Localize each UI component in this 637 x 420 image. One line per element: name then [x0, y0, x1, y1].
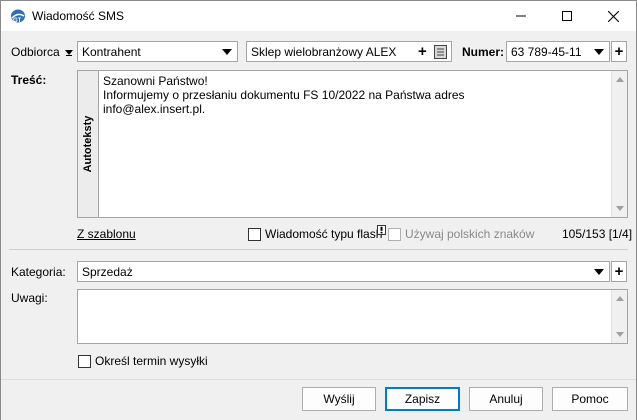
recipient-name-value: Sklep wielobranżowy ALEX	[251, 45, 397, 59]
number-select[interactable]: 63 789-45-11	[506, 41, 610, 62]
exclamation-info-icon[interactable]	[377, 225, 386, 235]
notes-label: Uwagi:	[11, 291, 48, 305]
autotexts-button[interactable]: Autoteksty	[77, 70, 99, 218]
save-button[interactable]: Zapisz	[385, 387, 460, 411]
send-button[interactable]: Wyślij	[302, 387, 376, 411]
schedule-label: Określ termin wysyłki	[95, 354, 208, 368]
recipient-name-field[interactable]: Sklep wielobranżowy ALEX +	[246, 41, 452, 62]
message-line: info@alex.insert.pl.	[103, 102, 206, 116]
scroll-up-icon[interactable]	[616, 77, 624, 82]
flash-message-label: Wiadomość typu flash	[265, 227, 383, 241]
plus-icon: +	[614, 263, 624, 280]
schedule-checkbox[interactable]	[78, 355, 91, 368]
add-recipient-icon[interactable]: +	[418, 43, 427, 60]
recipient-type-dropdown[interactable]: Odbiorca	[11, 45, 74, 59]
polish-chars-label: Używaj polskich znaków	[405, 227, 535, 241]
close-button[interactable]	[590, 1, 636, 31]
message-line: Informujemy o przesłaniu dokumentu FS 10…	[103, 88, 465, 102]
autotexts-label: Autoteksty	[82, 115, 94, 173]
maximize-icon	[562, 11, 572, 21]
flash-message-checkbox[interactable]	[248, 228, 261, 241]
scroll-down-icon[interactable]	[616, 332, 624, 337]
list-icon[interactable]	[434, 45, 447, 59]
number-label: Numer:	[462, 45, 505, 59]
sms-dialog: GT Wiadomość SMS Odbiorca Kontrahent Skl…	[0, 0, 637, 420]
content-label: Treść:	[11, 73, 47, 87]
svg-text:GT: GT	[13, 18, 22, 24]
add-category-button[interactable]: +	[611, 261, 627, 282]
notes-textarea[interactable]	[77, 289, 628, 344]
number-value: 63 789-45-11	[511, 45, 582, 59]
category-select[interactable]: Sprzedaż	[77, 261, 610, 282]
close-icon	[607, 10, 619, 22]
cancel-button[interactable]: Anuluj	[469, 387, 543, 411]
message-line: Szanowni Państwo!	[103, 74, 208, 88]
app-logo-icon: GT	[11, 9, 25, 24]
recipient-kind-select[interactable]: Kontrahent	[77, 41, 238, 62]
category-label: Kategoria:	[11, 265, 66, 279]
maximize-button[interactable]	[544, 1, 590, 31]
minimize-button[interactable]	[498, 1, 544, 31]
help-button[interactable]: Pomoc	[552, 387, 628, 411]
recipient-type-label: Odbiorca	[11, 45, 60, 59]
scroll-up-icon[interactable]	[616, 296, 624, 301]
chevron-down-icon	[222, 49, 232, 55]
message-scrollbar[interactable]	[611, 71, 627, 217]
window-title: Wiadomość SMS	[32, 9, 125, 23]
divider	[9, 249, 628, 250]
from-template-link[interactable]: Z szablonu	[77, 227, 136, 241]
category-value: Sprzedaż	[82, 265, 133, 279]
plus-icon: +	[614, 43, 624, 60]
char-counter: 105/153 [1/4]	[562, 227, 633, 241]
polish-chars-checkbox[interactable]	[388, 228, 401, 241]
add-number-button[interactable]: +	[611, 41, 627, 62]
scroll-down-icon[interactable]	[616, 206, 624, 211]
notes-scrollbar[interactable]	[611, 290, 627, 343]
chevron-down-icon	[594, 49, 604, 55]
title-bar: GT Wiadomość SMS	[1, 1, 636, 31]
recipient-kind-value: Kontrahent	[82, 45, 141, 59]
chevron-down-icon	[594, 269, 604, 275]
minimize-icon	[516, 15, 526, 17]
chevron-down-icon	[65, 50, 74, 56]
